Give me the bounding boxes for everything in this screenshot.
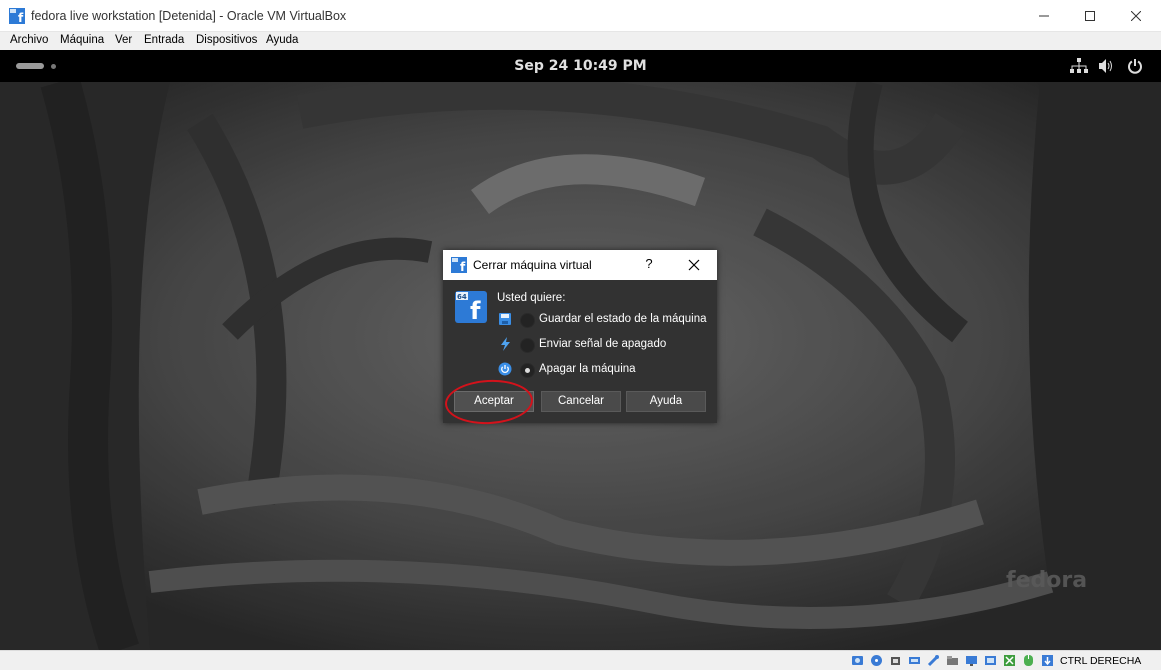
virtualbox-fedora-icon: f [9,8,25,24]
network-adapter-icon[interactable] [908,654,921,667]
radio-power-off[interactable] [520,363,535,378]
save-state-icon [499,313,511,325]
close-window-button[interactable] [1113,0,1159,32]
menu-bar: Archivo Máquina Ver Entrada Dispositivos… [0,32,1161,50]
acpi-shutdown-icon [501,337,510,351]
menu-entrada[interactable]: Entrada [144,34,184,46]
minimize-icon [1039,15,1049,17]
svg-text:64: 64 [457,293,467,301]
menu-ver[interactable]: Ver [115,34,132,46]
display-icon[interactable] [965,654,978,667]
option-save-state-label[interactable]: Guardar el estado de la máquina [539,313,707,325]
svg-text:f: f [470,297,481,323]
menu-ayuda[interactable]: Ayuda [266,34,298,46]
close-icon [1131,11,1141,21]
svg-text:f: f [460,260,466,273]
maximize-icon [1085,11,1095,21]
menu-archivo[interactable]: Archivo [10,34,48,46]
shared-folders-icon[interactable] [946,654,959,667]
dialog-prompt: Usted quiere: [497,292,566,304]
dialog-titlebar: f Cerrar máquina virtual ? [443,250,717,280]
close-icon[interactable] [687,258,701,272]
maximize-button[interactable] [1067,0,1113,32]
volume-icon[interactable] [1098,58,1114,74]
fedora-64-vm-icon: 64 f [455,291,487,323]
menu-dispositivos[interactable]: Dispositivos [196,34,257,46]
radio-acpi-shutdown[interactable] [520,338,535,353]
fedora-watermark: fedora [1006,568,1088,593]
host-key-icon[interactable] [1041,654,1054,667]
mouse-integration-icon[interactable] [1022,654,1035,667]
optical-drive-icon[interactable] [870,654,883,667]
window-titlebar: f fedora live workstation [Detenida] - O… [0,0,1161,32]
power-off-icon [498,362,512,376]
cancel-button[interactable]: Cancelar [541,391,621,412]
hard-disk-icon[interactable] [851,654,864,667]
minimize-button[interactable] [1021,0,1067,32]
menu-maquina[interactable]: Máquina [60,34,104,46]
clock[interactable]: Sep 24 10:49 PM [0,58,1161,74]
svg-text:f: f [18,11,24,24]
power-icon[interactable] [1127,58,1143,74]
window-title: fedora live workstation [Detenida] - Ora… [31,9,347,23]
help-question-button[interactable]: ? [641,256,657,271]
radio-save-state[interactable] [520,313,535,328]
virtualbox-fedora-icon: f [451,257,467,273]
host-key-label: CTRL DERECHA [1060,655,1142,667]
network-icon[interactable] [1070,58,1088,74]
option-acpi-shutdown-label[interactable]: Enviar señal de apagado [539,338,666,350]
audio-icon[interactable] [889,654,902,667]
help-button[interactable]: Ayuda [626,391,706,412]
gnome-top-bar: Sep 24 10:49 PM [0,50,1161,82]
option-power-off-label[interactable]: Apagar la máquina [539,363,636,375]
virtualization-icon[interactable] [1003,654,1016,667]
usb-icon[interactable] [927,654,940,667]
dialog-title: Cerrar máquina virtual [473,258,592,272]
recording-icon[interactable] [984,654,997,667]
status-bar: CTRL DERECHA [0,650,1161,670]
